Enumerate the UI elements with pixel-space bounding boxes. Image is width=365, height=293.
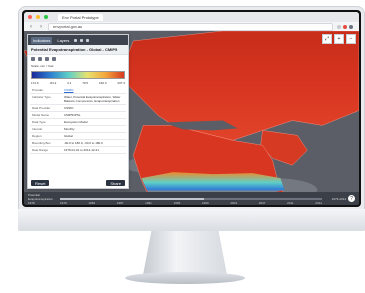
info-icon[interactable]: [31, 57, 35, 61]
timeline-tick: 1983: [88, 200, 96, 205]
timeline-tick: 1987: [116, 200, 124, 205]
timeline-slider[interactable]: 1979 1983 1987 1991 1995 1999 2003 2007 …: [60, 197, 322, 205]
map-view[interactable]: Indicators Layers Potential Evapotranspi…: [24, 31, 359, 205]
filter-icon[interactable]: [80, 38, 84, 42]
meta-key: Indicator Type: [30, 93, 62, 105]
close-dot-icon[interactable]: [28, 15, 32, 19]
provider-link[interactable]: CSIRO: [64, 88, 74, 92]
timeline-range: 1979-2014: [331, 196, 346, 201]
map-controls: ⤢ + −: [322, 34, 356, 44]
close-icon[interactable]: [86, 38, 90, 42]
table-row: Model Name CMIP5/IPSL: [30, 111, 126, 119]
timeline-ticks: 1979 1983 1987 1991 1995 1999 2003 2007 …: [60, 201, 322, 205]
extension-icon[interactable]: [337, 24, 341, 29]
maximize-dot-icon[interactable]: [44, 15, 48, 19]
minimize-dot-icon[interactable]: [36, 15, 40, 19]
meta-key: Interval: [30, 125, 62, 133]
metadata-table: Provider CSIRO Indicator Type Water, Pot…: [30, 87, 126, 154]
timeline-tick: 1995: [173, 200, 181, 205]
legend-tick: 207.3: [117, 81, 125, 85]
browser-tab[interactable]: Env Portal Prototype: [58, 13, 103, 21]
meta-value: Monthly: [62, 125, 126, 133]
monitor-chin: [18, 209, 365, 231]
monitor-stand-base: [125, 272, 245, 284]
tab-indicators[interactable]: Indicators: [31, 36, 53, 44]
timeline-tick: 2011: [287, 200, 294, 205]
panel-title: Potential Evapotranspiration - Global - …: [28, 45, 128, 55]
legend-tick: 79.5: [82, 81, 89, 85]
meta-value: -90.0 to 180.0, -90.0 to 180.0: [62, 139, 126, 147]
meta-key: Date Range: [30, 146, 62, 154]
timeline-label: Potential Evapotranspiration · 1979: [28, 192, 55, 205]
meta-value: 1979-01-01 to 2014-12-31: [62, 146, 126, 154]
monitor-stand-neck: [143, 231, 227, 275]
timeline-tick: 1991: [145, 200, 152, 205]
timeline-tick: 1979: [60, 200, 67, 205]
browser-extension-icons: [337, 24, 353, 29]
table-row: Data Type Ecosystem Model: [30, 118, 126, 126]
table-row: Bounding Box -90.0 to 180.0, -90.0 to 18…: [30, 139, 126, 147]
table-row: Data Provider CSIRO: [30, 104, 126, 112]
meta-value: Ecosystem Model: [62, 118, 126, 126]
color-legend: [31, 71, 125, 79]
timeline-tick: 2007: [258, 200, 266, 205]
chart-icon[interactable]: [52, 57, 56, 61]
meta-key: Region: [30, 132, 62, 140]
settings-icon[interactable]: [74, 38, 78, 42]
legend-tick-labels: 174.9 -84.2 3.1 79.5 160.3 207.3: [28, 81, 128, 85]
help-icon[interactable]: ?: [348, 195, 355, 202]
back-arrow-icon[interactable]: ‹: [28, 24, 34, 30]
share-button[interactable]: Share: [106, 180, 125, 186]
download-icon[interactable]: [38, 57, 42, 61]
timeline-tick: 2003: [230, 200, 238, 205]
browser-window: Env Portal Prototype ‹ › envportal.gov.a…: [24, 12, 359, 205]
address-input[interactable]: envportal.gov.au: [48, 22, 333, 31]
meta-key: Bounding Box: [30, 139, 62, 147]
meta-key: Data Type: [30, 118, 62, 126]
meta-value: CSIRO: [62, 104, 126, 112]
meta-key: Data Provider: [30, 104, 62, 112]
reset-button[interactable]: Reset: [31, 180, 50, 186]
timeline-tick: 2014: [315, 200, 322, 205]
tab-layers[interactable]: Layers: [55, 37, 71, 44]
menu-icon[interactable]: [349, 24, 353, 29]
browser-titlebar: Env Portal Prototype: [24, 12, 359, 22]
forward-arrow-icon[interactable]: ›: [38, 24, 44, 30]
indicator-panel: Indicators Layers Potential Evapotranspi…: [27, 34, 129, 189]
legend-tick: 174.9: [31, 81, 39, 85]
scale-label: Scale: mm / Year: [31, 64, 54, 68]
table-row: Region Global: [30, 132, 126, 140]
panel-toolbar: [28, 55, 128, 63]
meta-value: Global: [62, 132, 126, 140]
meta-value: CMIP5/IPSL: [62, 111, 126, 119]
zoom-in-button[interactable]: +: [334, 34, 344, 44]
legend-tick: 160.3: [99, 81, 107, 85]
computer-monitor: Env Portal Prototype ‹ › envportal.gov.a…: [18, 6, 365, 231]
table-row: Interval Monthly: [30, 125, 126, 133]
timeline-progress: [60, 197, 205, 200]
panel-header: Indicators Layers: [28, 35, 128, 45]
layers-icon[interactable]: [45, 57, 49, 61]
legend-tick: 3.1: [67, 81, 72, 85]
screen-bezel: Env Portal Prototype ‹ › envportal.gov.a…: [22, 10, 361, 207]
timeline-bar: Potential Evapotranspiration · 1979 1979…: [24, 192, 359, 205]
meta-key: Model Name: [30, 111, 62, 119]
meta-value: Water, Potential Evapotranspiration, Wat…: [62, 93, 126, 105]
timeline-tick: 1999: [201, 200, 209, 205]
zoom-out-button[interactable]: −: [346, 34, 356, 44]
table-row: Date Range 1979-01-01 to 2014-12-31: [30, 146, 126, 154]
legend-tick: -84.2: [49, 81, 57, 85]
table-row: Indicator Type Water, Potential Evapotra…: [30, 93, 126, 105]
extension-icon[interactable]: [343, 24, 347, 29]
fullscreen-icon[interactable]: ⤢: [322, 34, 332, 44]
